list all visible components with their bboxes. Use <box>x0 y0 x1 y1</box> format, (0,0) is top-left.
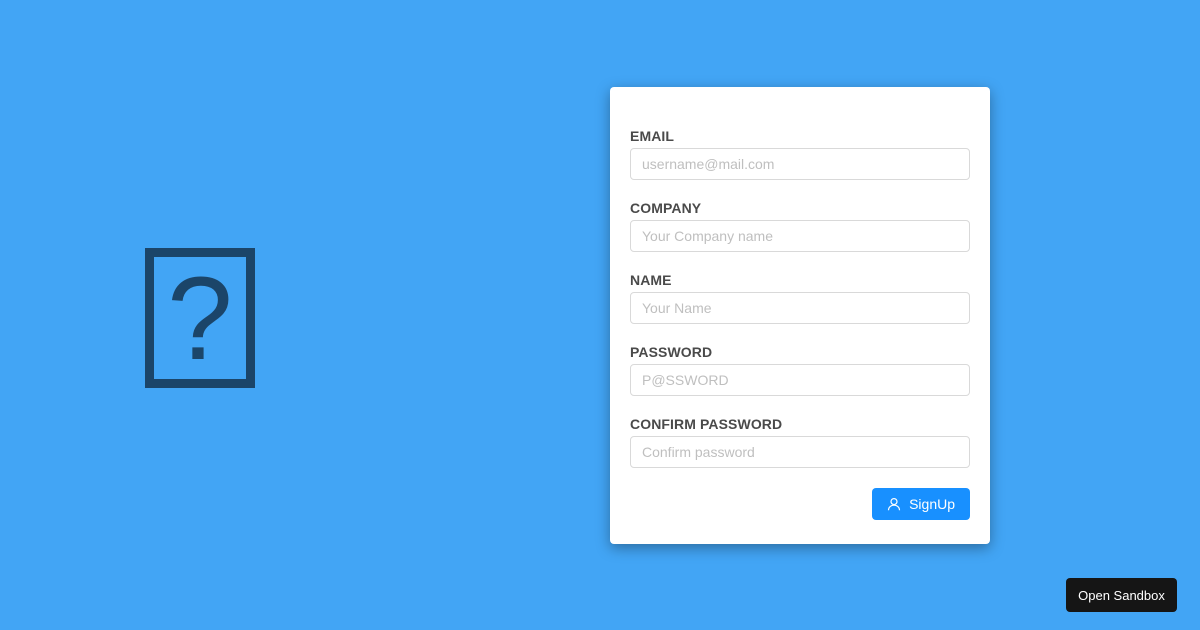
missing-glyph-character: ? <box>167 253 233 385</box>
signup-button[interactable]: SignUp <box>872 488 970 520</box>
company-field-group: COMPANY <box>630 200 970 252</box>
user-icon <box>887 497 901 511</box>
signup-form: EMAIL COMPANY NAME PASSWORD CONFIRM PASS… <box>610 87 990 544</box>
name-input[interactable] <box>630 292 970 324</box>
form-actions: SignUp <box>630 488 970 520</box>
page: ? EMAIL COMPANY NAME PASSWORD CONFIRM PA… <box>0 0 1200 630</box>
email-field-group: EMAIL <box>630 128 970 180</box>
name-label: NAME <box>630 272 672 288</box>
company-label: COMPANY <box>630 200 702 216</box>
email-input[interactable] <box>630 148 970 180</box>
confirm-password-field-group: CONFIRM PASSWORD <box>630 416 970 468</box>
signup-button-label: SignUp <box>909 496 955 512</box>
open-sandbox-button[interactable]: Open Sandbox <box>1066 578 1177 612</box>
email-label: EMAIL <box>630 128 675 144</box>
missing-glyph-icon: ? <box>145 248 255 388</box>
password-input[interactable] <box>630 364 970 396</box>
confirm-password-label: CONFIRM PASSWORD <box>630 416 783 432</box>
password-field-group: PASSWORD <box>630 344 970 396</box>
password-label: PASSWORD <box>630 344 713 360</box>
name-field-group: NAME <box>630 272 970 324</box>
company-input[interactable] <box>630 220 970 252</box>
open-sandbox-label: Open Sandbox <box>1078 587 1165 603</box>
confirm-password-input[interactable] <box>630 436 970 468</box>
